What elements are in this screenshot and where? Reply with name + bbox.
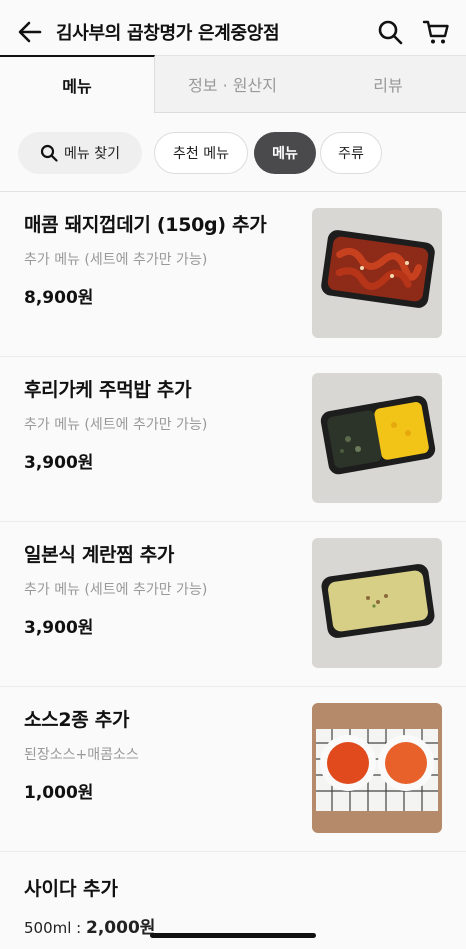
volume-label: 500ml :	[24, 919, 86, 937]
back-arrow-icon[interactable]	[16, 18, 44, 46]
tab-bar: 메뉴 정보 · 원산지 리뷰	[0, 55, 466, 113]
menu-item-name: 사이다 추가	[24, 878, 119, 900]
store-title: 김사부의 곱창명가 은계중앙점	[56, 23, 280, 44]
menu-item[interactable]: 일본식 계란찜 추가 추가 메뉴 (세트에 추가만 가능) 3,900원	[0, 522, 466, 687]
menu-item-price: 2,000원	[86, 918, 156, 938]
menu-item-price: 8,900원	[24, 288, 94, 308]
menu-item-name: 소스2종 추가	[24, 709, 130, 731]
menu-item-photo	[312, 373, 442, 503]
menu-item[interactable]: 후리가케 주먹밥 추가 추가 메뉴 (세트에 추가만 가능) 3,900원	[0, 357, 466, 522]
menu-item-price-line: 500ml : 2,000원	[24, 913, 155, 938]
menu-item[interactable]: 매콤 돼지껍데기 (150g) 추가 추가 메뉴 (세트에 추가만 가능) 8,…	[0, 192, 466, 357]
menu-search-label: 메뉴 찾기	[64, 146, 120, 162]
menu-item[interactable]: 소스2종 추가 된장소스+매콤소스 1,000원	[0, 687, 466, 852]
menu-item-photo	[312, 208, 442, 338]
menu-search-chip[interactable]: 메뉴 찾기	[18, 132, 142, 174]
tab-info-origin[interactable]: 정보 · 원산지	[155, 55, 310, 113]
chip-menu[interactable]: 메뉴	[254, 132, 316, 174]
category-chips: 메뉴 찾기 추천 메뉴 메뉴 주류	[0, 130, 466, 176]
tab-menu[interactable]: 메뉴	[0, 55, 155, 113]
menu-item-price: 3,900원	[24, 453, 94, 473]
search-icon[interactable]	[376, 18, 404, 46]
cart-icon[interactable]	[422, 18, 450, 46]
menu-item-desc: 추가 메뉴 (세트에 추가만 가능)	[24, 582, 208, 598]
menu-item-name: 후리가케 주먹밥 추가	[24, 379, 192, 401]
search-icon	[40, 144, 58, 162]
menu-item-name: 일본식 계란찜 추가	[24, 544, 175, 566]
home-indicator	[150, 933, 316, 938]
menu-item-desc: 추가 메뉴 (세트에 추가만 가능)	[24, 252, 208, 268]
menu-item-price: 3,900원	[24, 618, 94, 638]
menu-item-desc: 된장소스+매콤소스	[24, 747, 139, 763]
menu-item-photo	[312, 538, 442, 668]
menu-item-price: 1,000원	[24, 783, 94, 803]
chip-alcohol[interactable]: 주류	[320, 132, 382, 174]
tab-reviews[interactable]: 리뷰	[310, 55, 466, 113]
menu-item-name: 매콤 돼지껍데기 (150g) 추가	[24, 214, 267, 236]
menu-item-desc: 추가 메뉴 (세트에 추가만 가능)	[24, 417, 208, 433]
chip-recommended[interactable]: 추천 메뉴	[154, 132, 248, 174]
app-header: 김사부의 곱창명가 은계중앙점	[0, 0, 466, 62]
menu-item-photo	[312, 703, 442, 833]
